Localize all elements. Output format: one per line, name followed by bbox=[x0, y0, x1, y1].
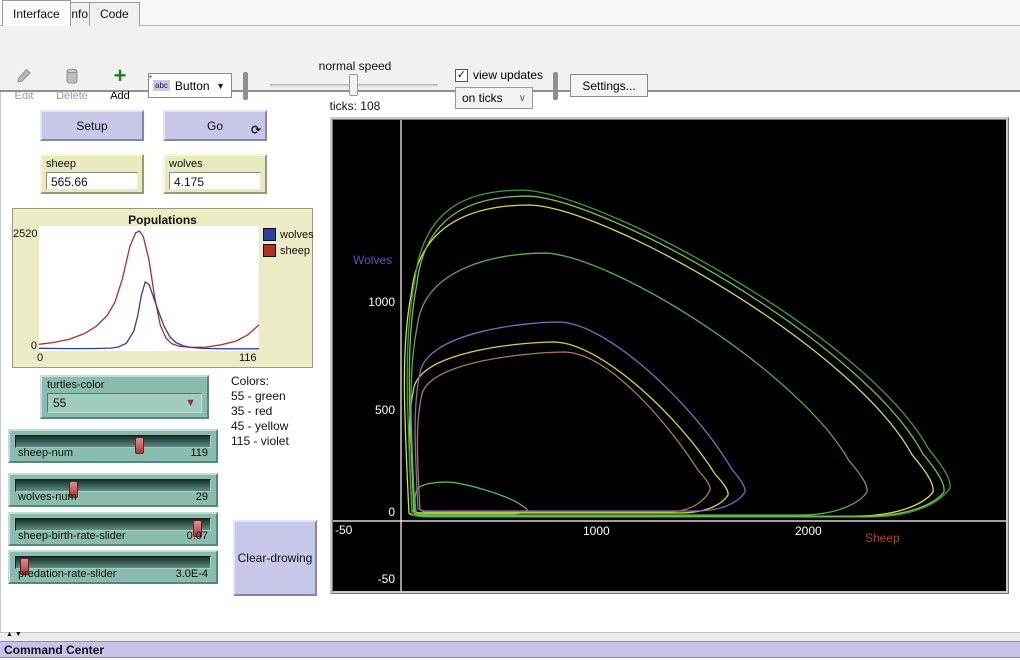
note-line: 55 - green bbox=[231, 389, 289, 404]
note-title: Colors: bbox=[231, 374, 289, 389]
tab-bar: Interface Info Code bbox=[0, 0, 1020, 26]
orbit-green-outer-b bbox=[409, 196, 944, 516]
legend-swatch-sheep bbox=[263, 244, 276, 257]
setup-button[interactable]: Setup bbox=[40, 110, 144, 141]
panel-resize-arrows-icon[interactable]: ▲▼ bbox=[6, 631, 24, 638]
speed-slider-thumb[interactable] bbox=[349, 74, 358, 96]
legend-label-sheep: sheep bbox=[280, 245, 310, 257]
toolbar-separator bbox=[243, 72, 248, 100]
x-max-label: 116 bbox=[239, 352, 257, 364]
edit-button[interactable]: Edit bbox=[2, 64, 46, 102]
button-widget-icon: *abc bbox=[153, 80, 170, 91]
tab-code[interactable]: Code bbox=[89, 2, 140, 26]
monitor-label: sheep bbox=[46, 158, 138, 170]
slider-value: 3.0E-4 bbox=[176, 568, 208, 580]
legend-label-wolves: wolves bbox=[280, 229, 314, 241]
series-sheep bbox=[39, 231, 259, 347]
window-edge bbox=[0, 92, 1, 632]
view-updates-checkbox[interactable]: ✓ bbox=[455, 69, 468, 82]
slider-label: sheep-birth-rate-slider bbox=[18, 530, 126, 542]
plus-icon: + bbox=[98, 64, 142, 88]
command-center-header[interactable]: Command Center bbox=[0, 641, 1020, 658]
note-line: 115 - violet bbox=[231, 434, 289, 449]
slider-value: 0.07 bbox=[187, 530, 208, 542]
chooser-arrow-icon: ▼ bbox=[185, 397, 196, 409]
legend-swatch-wolves bbox=[263, 228, 276, 241]
delete-button[interactable]: Delete bbox=[50, 64, 94, 102]
forever-icon: ⟳ bbox=[251, 123, 261, 137]
x-min-label: 0 bbox=[37, 352, 43, 364]
y-tick-0: 0 bbox=[361, 505, 395, 519]
trash-icon bbox=[50, 64, 94, 88]
x-tick-neg50: -50 bbox=[335, 523, 352, 537]
ticks-counter: ticks: 108 bbox=[300, 99, 410, 113]
tab-interface[interactable]: Interface bbox=[2, 0, 71, 26]
y-tick-500: 500 bbox=[361, 403, 395, 417]
orbit-green-outer-a bbox=[407, 190, 950, 517]
chooser-field[interactable]: 55 ▼ bbox=[47, 393, 202, 413]
slider-label: sheep-num bbox=[18, 447, 73, 459]
settings-button[interactable]: Settings... bbox=[570, 74, 648, 97]
view-updates-label: view updates bbox=[473, 68, 543, 82]
note-line: 45 - yellow bbox=[231, 419, 289, 434]
speed-slider-label: normal speed bbox=[300, 59, 410, 73]
pencil-icon bbox=[2, 64, 46, 88]
command-center-divider[interactable] bbox=[0, 632, 1020, 641]
plot-title: Populations bbox=[13, 213, 312, 227]
predation-rate-slider[interactable]: predation-rate-slider 3.0E-4 bbox=[8, 550, 218, 584]
update-mode-value: on ticks bbox=[462, 91, 503, 105]
x-tick-2000: 2000 bbox=[795, 524, 822, 538]
slider-value: 29 bbox=[196, 491, 208, 503]
wolves-num-slider[interactable]: wolves-num 29 bbox=[8, 473, 218, 507]
slider-label: wolves-num bbox=[18, 491, 77, 503]
monitor-value: 565.66 bbox=[46, 172, 138, 190]
go-button[interactable]: Go ⟳ bbox=[163, 110, 267, 141]
x-tick-1000: 1000 bbox=[583, 524, 610, 538]
monitor-label: wolves bbox=[169, 158, 261, 170]
sheep-num-slider[interactable]: sheep-num 119 bbox=[8, 429, 218, 463]
y-axis-title: Wolves bbox=[353, 253, 392, 267]
populations-plot: Populations 2520 0 0 116 wolves sheep bbox=[12, 208, 313, 368]
netlogo-window: { "tabs": { "interface": "Interface", "i… bbox=[0, 0, 1020, 660]
widget-type-dropdown[interactable]: *abc Button ▼ bbox=[148, 73, 232, 98]
update-mode-dropdown[interactable]: on ticks ∨ bbox=[455, 87, 533, 109]
slider-label: predation-rate-slider bbox=[18, 568, 116, 580]
chevron-down-icon: ∨ bbox=[519, 93, 526, 104]
toolbar: Edit Delete + Add *abc Button ▼ normal s… bbox=[0, 26, 1020, 92]
y-max-label: 2520 bbox=[13, 228, 37, 240]
clear-drawing-button[interactable]: Clear-drowing bbox=[233, 520, 317, 596]
orbit-brown-35 bbox=[417, 352, 710, 512]
plot-canvas bbox=[39, 226, 259, 351]
slider-value: 119 bbox=[190, 447, 208, 459]
add-button[interactable]: + Add bbox=[98, 64, 142, 102]
y-min-label: 0 bbox=[13, 340, 37, 352]
orbit-green-small-loop bbox=[415, 482, 527, 514]
y-tick-neg50: -50 bbox=[361, 572, 395, 586]
toolbar-separator-2 bbox=[553, 72, 558, 100]
sheep-birth-rate-slider[interactable]: sheep-birth-rate-slider 0.07 bbox=[8, 512, 218, 546]
note-line: 35 - red bbox=[231, 404, 289, 419]
wolves-monitor: wolves 4.175 bbox=[163, 154, 267, 194]
monitor-value: 4.175 bbox=[169, 172, 261, 190]
orbit-violet-115 bbox=[415, 322, 745, 511]
orbit-green-mid-55 bbox=[411, 253, 867, 515]
colors-note: Colors: 55 - green 35 - red 45 - yellow … bbox=[231, 374, 289, 449]
turtles-color-chooser[interactable]: turtles-color 55 ▼ bbox=[40, 375, 209, 419]
sheep-monitor: sheep 565.66 bbox=[40, 154, 144, 194]
dropdown-arrow-icon: ▼ bbox=[216, 81, 225, 91]
world-view[interactable]: Wolves 1000 500 0 -50 -50 1000 2000 Shee… bbox=[330, 117, 1009, 594]
chooser-label: turtles-color bbox=[47, 379, 202, 391]
chooser-value: 55 bbox=[53, 396, 66, 410]
x-axis-title: Sheep bbox=[865, 531, 900, 545]
widget-type-value: Button bbox=[175, 79, 210, 93]
y-tick-1000: 1000 bbox=[361, 295, 395, 309]
